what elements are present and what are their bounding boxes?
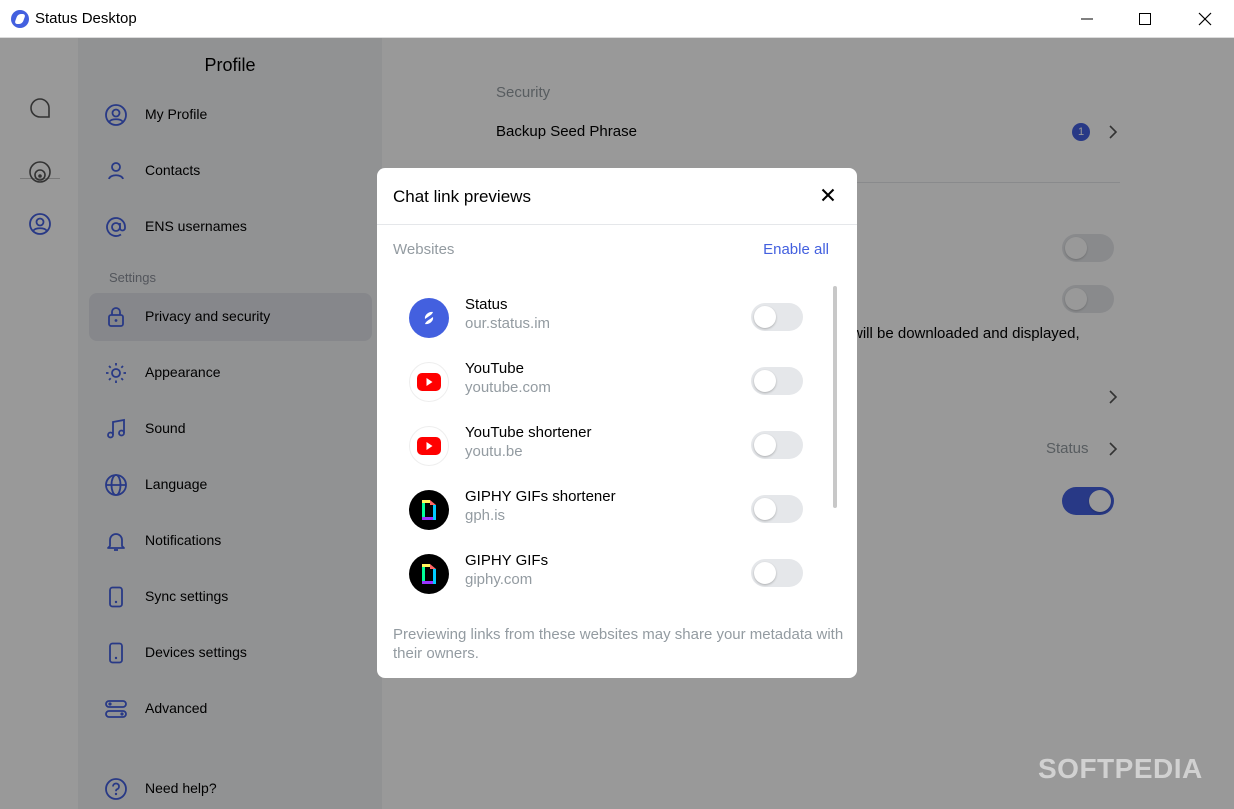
minimize-icon (1081, 18, 1093, 20)
close-window-button[interactable] (1176, 0, 1234, 38)
status-logo-icon (409, 298, 449, 338)
site-url: giphy.com (465, 571, 533, 588)
site-toggle[interactable] (751, 559, 803, 587)
site-toggle[interactable] (751, 303, 803, 331)
list-scrollbar[interactable] (833, 286, 837, 508)
websites-label: Websites (393, 241, 455, 258)
close-icon (1198, 12, 1212, 26)
site-name: GIPHY GIFs (465, 552, 549, 569)
site-name: YouTube shortener (465, 424, 592, 441)
site-url: our.status.im (465, 315, 551, 332)
modal-close-button[interactable] (817, 184, 839, 206)
giphy-icon (409, 554, 449, 594)
close-icon (821, 188, 835, 202)
site-name: YouTube (465, 360, 524, 377)
status-logo-icon (11, 10, 29, 28)
site-url: youtu.be (465, 443, 523, 460)
list-item: GIPHY GIFs giphy.com (377, 546, 837, 610)
chat-link-previews-modal: Chat link previews Websites Enable all S… (377, 168, 857, 678)
site-url: youtube.com (465, 379, 551, 396)
youtube-icon (409, 362, 449, 402)
maximize-button[interactable] (1116, 0, 1174, 38)
list-item: GIPHY GIFs shortener gph.is (377, 482, 837, 546)
list-item: YouTube shortener youtu.be (377, 418, 837, 482)
site-name: GIPHY GIFs shortener (465, 488, 616, 505)
list-item: YouTube youtube.com (377, 354, 837, 418)
list-item: Status our.status.im (377, 290, 837, 354)
watermark: SOFTPEDIA (1038, 753, 1203, 784)
minimize-button[interactable] (1058, 0, 1116, 38)
modal-footer-note: Previewing links from these websites may… (393, 626, 844, 662)
modal-divider (377, 224, 857, 225)
site-toggle[interactable] (751, 367, 803, 395)
giphy-icon (409, 490, 449, 530)
site-url: gph.is (465, 507, 506, 524)
modal-title: Chat link previews (393, 187, 531, 206)
maximize-icon (1139, 13, 1151, 25)
site-name: Status (465, 296, 508, 313)
window-title: Status Desktop (35, 10, 137, 27)
site-toggle[interactable] (751, 431, 803, 459)
youtube-icon (409, 426, 449, 466)
site-toggle[interactable] (751, 495, 803, 523)
title-bar: Status Desktop (0, 0, 1234, 38)
enable-all-button[interactable]: Enable all (763, 241, 829, 258)
